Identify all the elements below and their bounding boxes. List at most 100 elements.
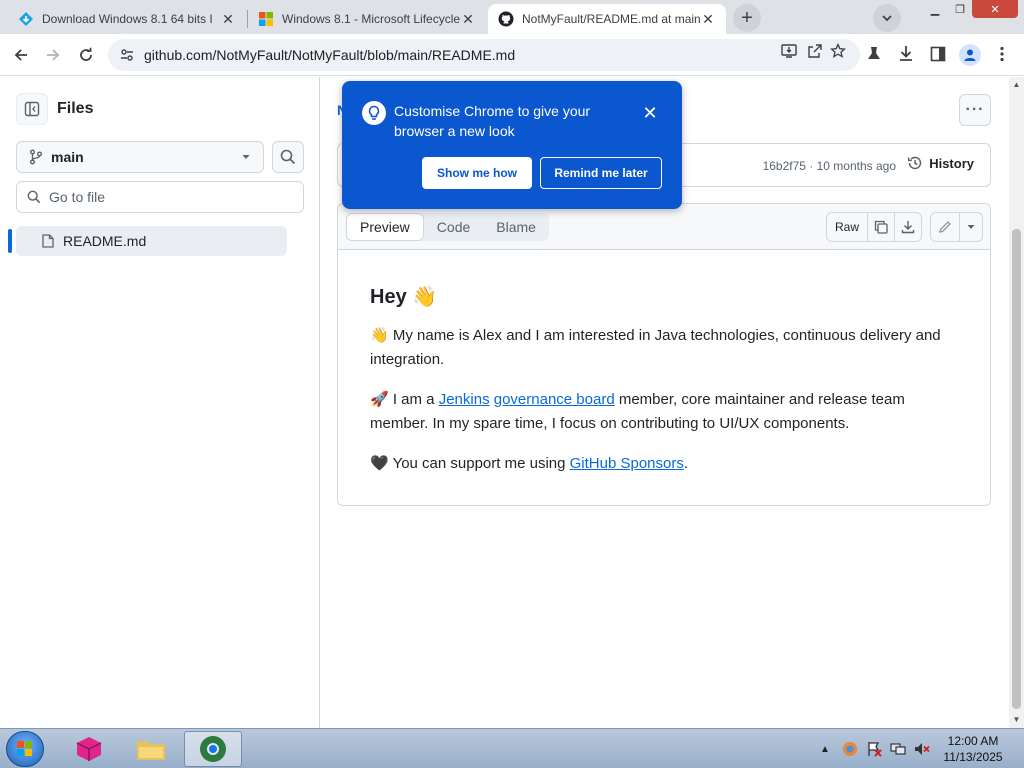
files-heading: Files: [57, 100, 94, 117]
restore-button[interactable]: ❐: [948, 0, 972, 18]
clock-date: 11/13/2025: [943, 750, 1003, 764]
microsoft-favicon-icon: [258, 11, 274, 27]
history-label: History: [929, 155, 974, 171]
close-icon[interactable]: ✕: [640, 103, 660, 123]
lightbulb-icon: [362, 101, 386, 125]
copy-icon: [874, 220, 888, 234]
customize-chrome-popup: Customise Chrome to give your browser a …: [342, 81, 682, 209]
volume-muted-icon[interactable]: [912, 739, 932, 759]
caret-up-icon: ▲: [820, 743, 830, 755]
arrow-right-icon: [47, 49, 60, 61]
minimize-button[interactable]: ▁: [922, 0, 948, 18]
branch-name: main: [51, 149, 84, 165]
install-app-icon[interactable]: [780, 42, 798, 60]
browser-toolbar: github.com/NotMyFault/NotMyFault/blob/ma…: [0, 34, 1024, 76]
share-icon[interactable]: [806, 42, 824, 60]
text: 🖤 You can support me using: [370, 455, 570, 472]
tab-microsoft-lifecycle[interactable]: Windows 8.1 - Microsoft Lifecycle ✕: [248, 4, 486, 34]
tab-title: NotMyFault/README.md at main: [522, 12, 700, 26]
show-me-how-button[interactable]: Show me how: [422, 157, 532, 189]
forward-button[interactable]: [40, 42, 66, 68]
tray-app-icon[interactable]: [840, 739, 860, 759]
box-app-icon: [76, 737, 102, 761]
close-icon: ✕: [990, 3, 1000, 16]
taskbar-app-vm[interactable]: [60, 731, 118, 767]
readme-markdown: Hey 👋 👋 My name is Alex and I am interes…: [370, 282, 960, 492]
governance-board-link[interactable]: governance board: [494, 391, 615, 408]
readme-intro: 👋 My name is Alex and I am interested in…: [370, 327, 941, 368]
taskbar-browser[interactable]: [184, 731, 242, 767]
remind-me-later-button[interactable]: Remind me later: [540, 157, 662, 189]
file-icon: [42, 234, 54, 248]
download-raw-button[interactable]: [894, 212, 922, 242]
kebab-horizontal-icon: ···: [965, 101, 985, 118]
window-close-button[interactable]: ✕: [972, 0, 1018, 18]
bookmark-star-icon[interactable]: [829, 42, 847, 60]
text: .: [683, 455, 689, 472]
scroll-thumb[interactable]: [1012, 229, 1021, 709]
download-favicon-icon: [18, 11, 34, 27]
chrome-menu-button[interactable]: [992, 44, 1012, 64]
side-panel-icon[interactable]: [928, 44, 948, 64]
show-hidden-icons-button[interactable]: ▲: [818, 739, 832, 759]
windows-logo-icon: [17, 741, 32, 756]
site-info-icon[interactable]: [120, 48, 134, 62]
tab-code[interactable]: Code: [424, 213, 483, 241]
popup-message: Customise Chrome to give your browser a …: [394, 103, 591, 139]
network-icon[interactable]: [888, 739, 908, 759]
more-options-button[interactable]: ···: [959, 94, 991, 126]
tab-blame[interactable]: Blame: [483, 213, 549, 241]
go-to-file-field[interactable]: [16, 181, 304, 213]
copy-raw-button[interactable]: [867, 212, 895, 242]
close-icon[interactable]: ✕: [460, 11, 476, 28]
windows-taskbar: ▲ 12:00 AM 11/13/2025: [0, 728, 1024, 768]
extension-icon[interactable]: [864, 44, 884, 64]
commit-meta[interactable]: 16b2f75 · 10 months ago: [763, 159, 896, 173]
file-tree-item-label: README.md: [63, 233, 147, 249]
search-icon: [27, 190, 41, 204]
taskbar-file-explorer[interactable]: [122, 731, 180, 767]
back-button[interactable]: [8, 42, 34, 68]
profile-avatar[interactable]: [959, 44, 981, 66]
new-tab-button[interactable]: +: [733, 4, 761, 32]
edit-file-button[interactable]: [930, 212, 960, 242]
edit-options-button[interactable]: [959, 212, 983, 242]
tab-title: Download Windows 8.1 64 bits I: [42, 12, 213, 26]
sidebar-collapse-icon: [24, 101, 40, 117]
readme-heading: Hey 👋: [370, 286, 438, 308]
action-center-flag-icon[interactable]: [864, 739, 884, 759]
reload-button[interactable]: [73, 42, 99, 68]
address-bar[interactable]: github.com/NotMyFault/NotMyFault/blob/ma…: [108, 39, 860, 71]
url-text: github.com/NotMyFault/NotMyFault/blob/ma…: [144, 47, 516, 63]
page-scrollbar[interactable]: ▲ ▼: [1009, 77, 1024, 728]
tab-preview[interactable]: Preview: [346, 213, 424, 241]
start-button[interactable]: [6, 731, 44, 767]
scroll-down-icon[interactable]: ▼: [1012, 715, 1021, 724]
git-branch-icon: [30, 149, 42, 165]
tab-search-button[interactable]: [873, 4, 901, 32]
pencil-icon: [939, 221, 951, 233]
raw-button[interactable]: Raw: [826, 212, 868, 242]
reload-icon: [80, 47, 92, 61]
branch-selector[interactable]: main: [16, 141, 264, 173]
active-file-indicator: [8, 229, 12, 253]
scroll-up-icon[interactable]: ▲: [1012, 80, 1021, 89]
github-sponsors-link[interactable]: GitHub Sponsors: [570, 455, 684, 472]
view-mode-switcher: Preview Code Blame: [346, 213, 549, 241]
readme-jenkins-paragraph: 🚀 I am a Jenkins governance board member…: [370, 388, 960, 436]
person-icon: [964, 49, 976, 61]
tab-download-windows[interactable]: Download Windows 8.1 64 bits I ✕: [8, 4, 246, 34]
jenkins-link[interactable]: Jenkins: [439, 391, 490, 408]
chevron-down-icon: [882, 15, 892, 22]
caret-down-icon: [967, 225, 975, 229]
tab-github-readme[interactable]: NotMyFault/README.md at main ✕: [488, 4, 726, 34]
close-icon[interactable]: ✕: [220, 11, 236, 28]
close-icon[interactable]: ✕: [700, 11, 716, 28]
file-tree-item-readme[interactable]: README.md: [16, 226, 287, 256]
system-clock[interactable]: 12:00 AM 11/13/2025: [938, 733, 1008, 765]
search-code-button[interactable]: [272, 141, 304, 173]
history-button[interactable]: History: [907, 155, 974, 171]
go-to-file-input[interactable]: [49, 189, 289, 205]
collapse-file-tree-button[interactable]: [16, 93, 48, 125]
download-icon[interactable]: [896, 44, 916, 64]
